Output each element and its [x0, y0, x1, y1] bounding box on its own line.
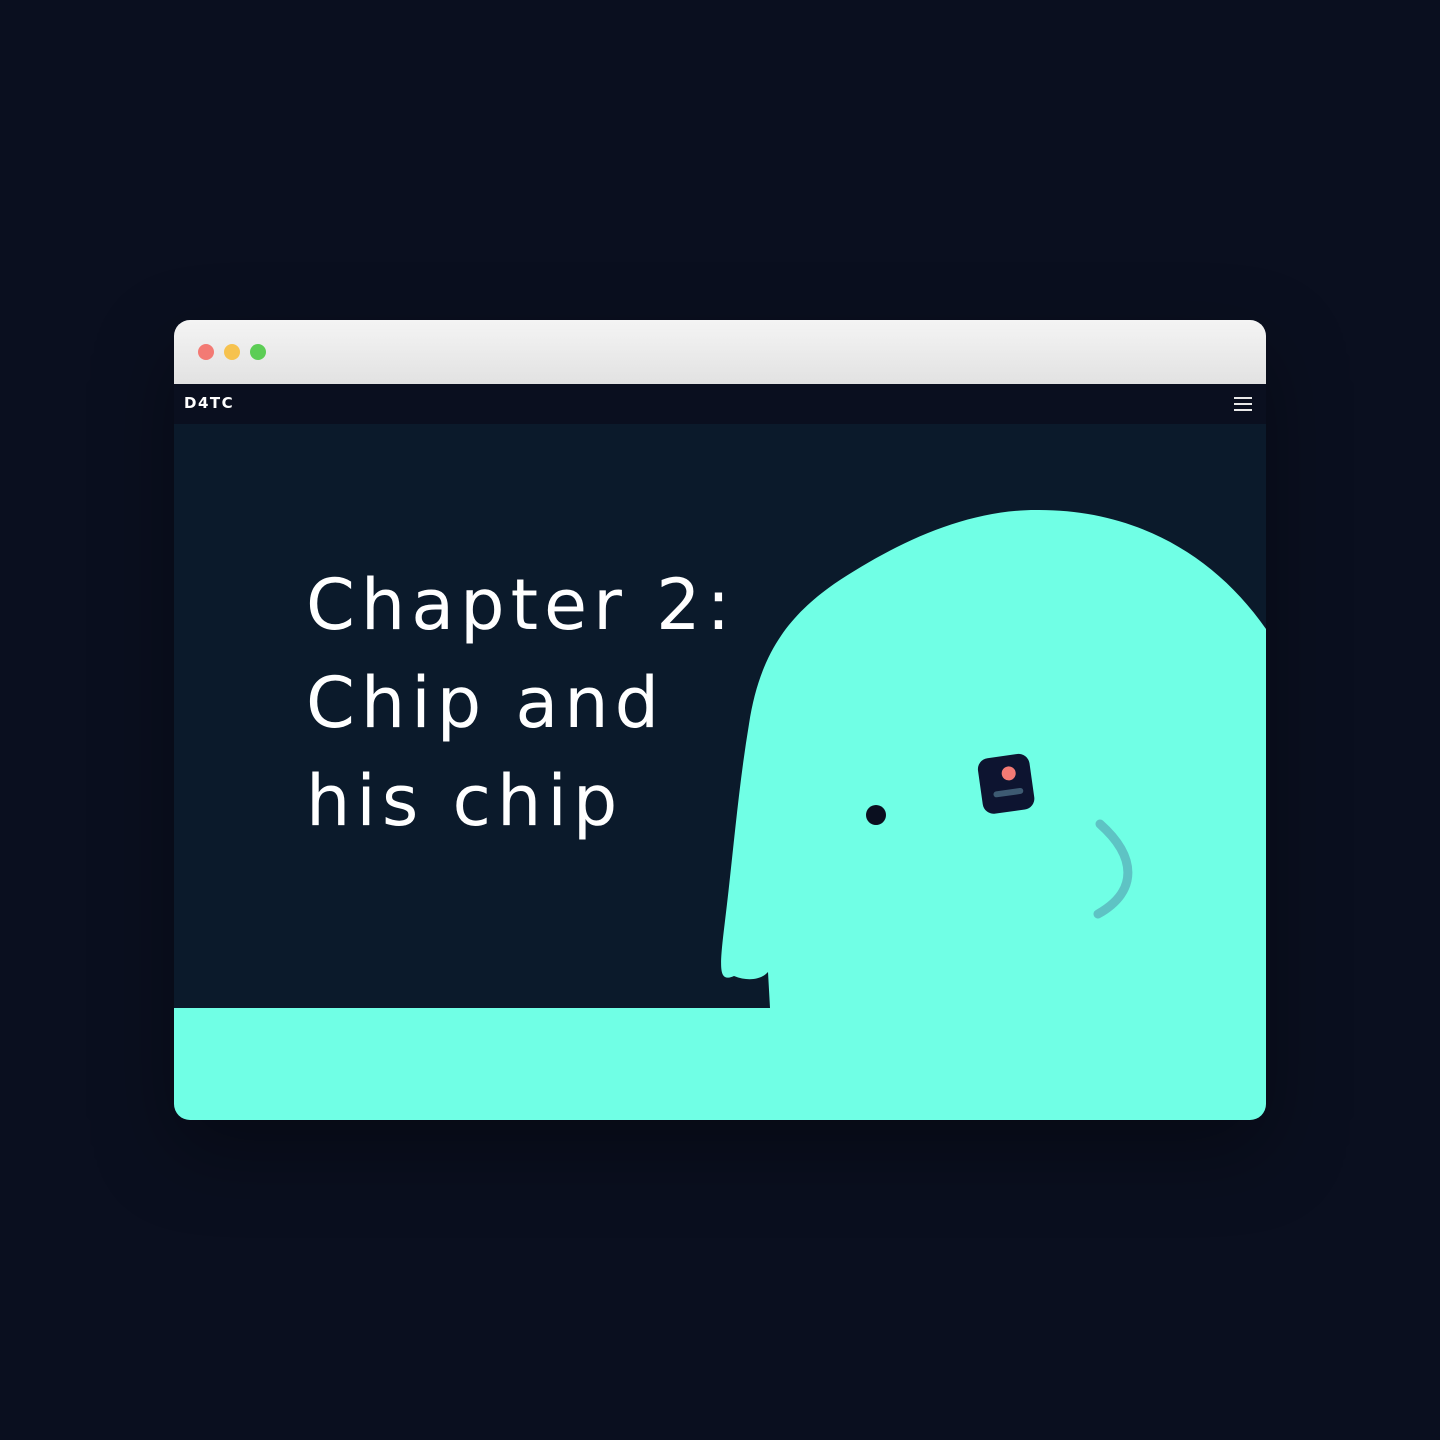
- menu-line: [1234, 403, 1252, 405]
- page-background: D4TC Chapter 2: Chip and his chip: [0, 0, 1440, 1440]
- menu-line: [1234, 397, 1252, 399]
- character-eye: [866, 805, 886, 825]
- site-logo[interactable]: D4TC: [184, 394, 234, 412]
- close-window-button[interactable]: [198, 344, 214, 360]
- menu-line: [1234, 409, 1252, 411]
- browser-title-bar: [174, 320, 1266, 384]
- hero-section: Chapter 2: Chip and his chip: [174, 424, 1266, 1120]
- chip-icon: [977, 753, 1035, 814]
- chapter-title: Chapter 2: Chip and his chip: [306, 556, 736, 850]
- site-navigation: D4TC: [174, 384, 1266, 424]
- ground-strip: [174, 1008, 1266, 1120]
- browser-window: D4TC Chapter 2: Chip and his chip: [174, 320, 1266, 1120]
- chip-body: [977, 753, 1035, 814]
- hamburger-menu-icon[interactable]: [1232, 394, 1254, 414]
- maximize-window-button[interactable]: [250, 344, 266, 360]
- minimize-window-button[interactable]: [224, 344, 240, 360]
- title-line: Chapter 2:: [306, 564, 737, 646]
- title-line: his chip: [306, 760, 624, 842]
- title-line: Chip and: [306, 662, 666, 744]
